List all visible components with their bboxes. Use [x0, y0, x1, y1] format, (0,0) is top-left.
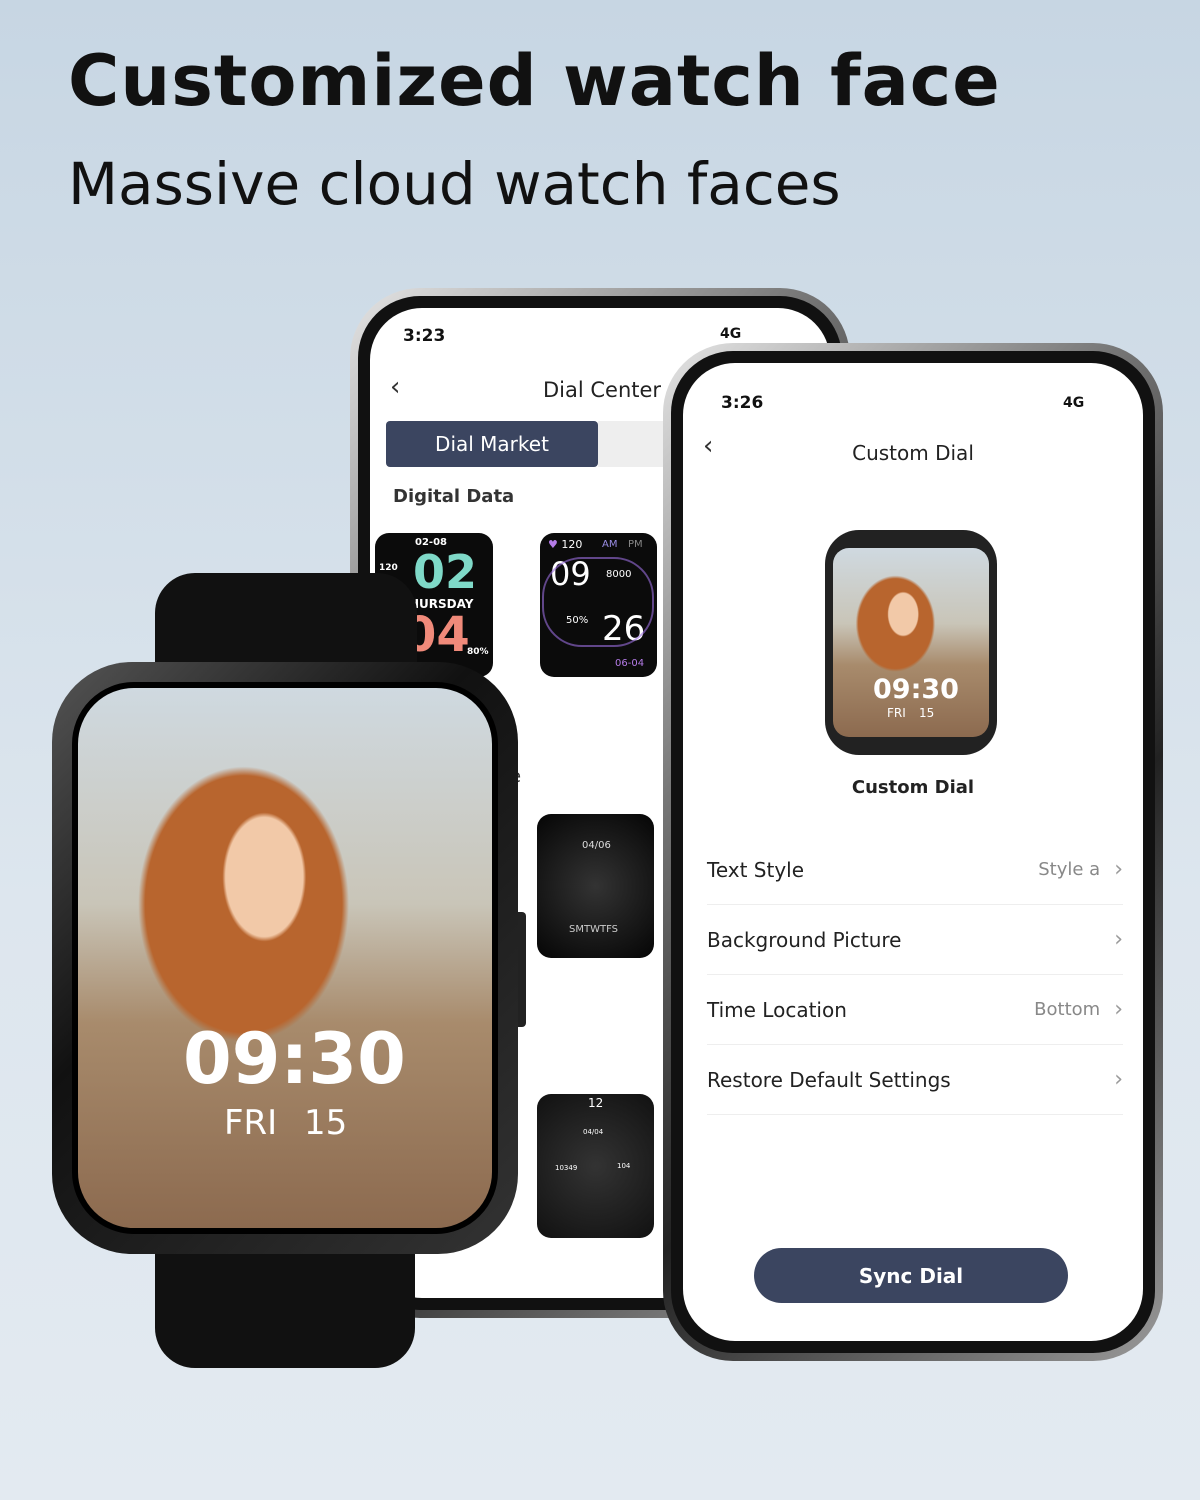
chevron-right-icon: › — [1114, 1067, 1123, 1092]
chevron-right-icon: › — [1114, 927, 1123, 952]
chevron-right-icon: › — [1114, 857, 1123, 882]
back-icon[interactable]: ‹ — [390, 372, 400, 402]
sync-dial-button[interactable]: Sync Dial — [754, 1248, 1068, 1303]
subheadline: Massive cloud watch faces — [68, 150, 841, 218]
watch-face-4[interactable]: 12 04/04 10349 104 — [537, 1094, 654, 1238]
section-title: Digital Data — [393, 486, 515, 507]
status-time: 3:26 — [721, 393, 764, 413]
page-title: Custom Dial — [852, 441, 974, 465]
watch-time: 09:30 — [183, 1018, 406, 1100]
watch-face-3[interactable]: 04/06 SMTWTFS — [537, 814, 654, 958]
page-title: Dial Center — [543, 378, 662, 402]
watch-date: 15 — [304, 1103, 348, 1143]
status-time: 3:23 — [403, 326, 446, 346]
setting-text-style[interactable]: Text Style Style a › — [707, 835, 1123, 905]
chevron-right-icon: › — [1114, 997, 1123, 1022]
preview-label: Custom Dial — [851, 777, 975, 798]
dial-preview[interactable]: 09:30 FRI 15 — [825, 530, 997, 755]
tab-dial-market[interactable]: Dial Market — [386, 421, 598, 467]
status-network: 4G — [1063, 395, 1085, 411]
watch-face-2[interactable]: ♥ 120 AM PM 09 8000 50% 26 06-04 — [540, 533, 657, 677]
setting-time-location[interactable]: Time Location Bottom › — [707, 975, 1123, 1045]
headline: Customized watch face — [68, 40, 1001, 122]
setting-background-picture[interactable]: Background Picture › — [707, 905, 1123, 975]
front-phone: 3:26 4G ‹ Custom Dial 09:30 FRI 15 Custo… — [663, 343, 1163, 1361]
setting-restore-default[interactable]: Restore Default Settings › — [707, 1045, 1123, 1115]
status-network: 4G — [720, 326, 742, 342]
watch-day: FRI — [224, 1103, 278, 1143]
